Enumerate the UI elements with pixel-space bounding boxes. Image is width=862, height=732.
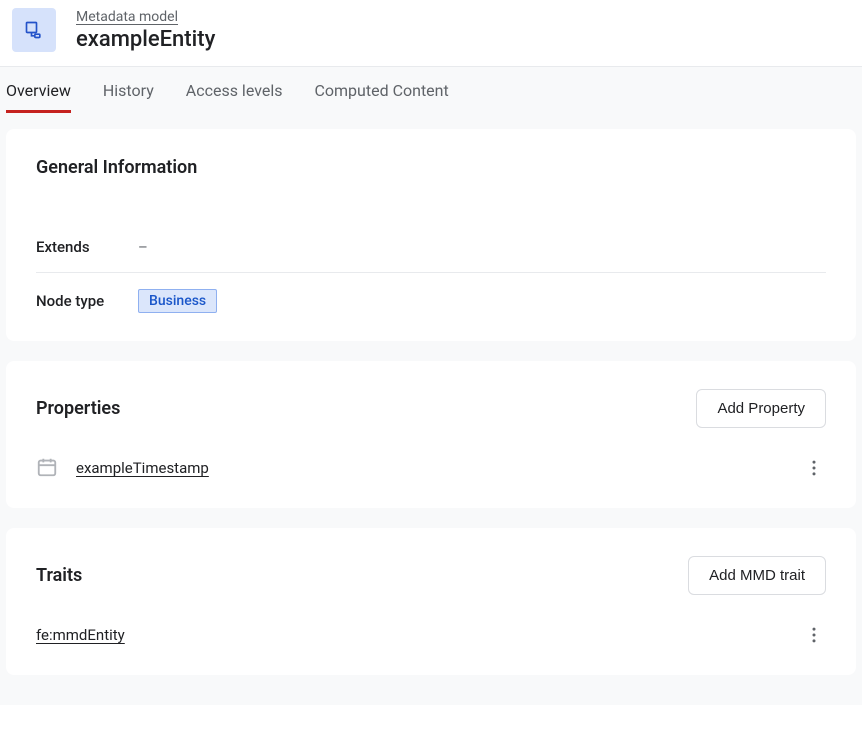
page-title: exampleEntity <box>76 27 215 52</box>
breadcrumb[interactable]: Metadata model <box>76 9 178 25</box>
node-type-row: Node type Business <box>36 273 826 313</box>
properties-header: Properties Add Property <box>36 389 826 428</box>
general-information-title: General Information <box>36 157 826 178</box>
header-text: Metadata model exampleEntity <box>76 9 215 52</box>
general-information-card: General Information Extends – Node type … <box>6 129 856 341</box>
tabs: Overview History Access levels Computed … <box>6 67 856 113</box>
extends-label: Extends <box>36 238 138 256</box>
extends-row: Extends – <box>36 222 826 273</box>
properties-title: Properties <box>36 398 120 419</box>
tab-access-levels[interactable]: Access levels <box>186 81 283 113</box>
node-type-badge: Business <box>138 289 217 313</box>
trait-name[interactable]: fe:mmdEntity <box>36 626 802 644</box>
traits-card: Traits Add MMD trait fe:mmdEntity <box>6 528 856 675</box>
page-header: Metadata model exampleEntity <box>0 0 862 67</box>
entity-icon <box>12 8 56 52</box>
calendar-icon <box>36 456 60 480</box>
traits-title: Traits <box>36 565 82 586</box>
add-mmd-trait-button[interactable]: Add MMD trait <box>688 556 826 595</box>
tab-history[interactable]: History <box>103 81 154 113</box>
property-row: exampleTimestamp <box>36 428 826 480</box>
tabs-container: Overview History Access levels Computed … <box>0 67 862 113</box>
extends-value: – <box>138 238 148 256</box>
content: General Information Extends – Node type … <box>0 113 862 705</box>
tab-computed-content[interactable]: Computed Content <box>314 81 448 113</box>
trait-overflow-menu[interactable] <box>802 623 826 647</box>
add-property-button[interactable]: Add Property <box>696 389 826 428</box>
node-type-label: Node type <box>36 292 138 310</box>
trait-row: fe:mmdEntity <box>36 595 826 647</box>
tab-overview[interactable]: Overview <box>6 81 71 113</box>
properties-card: Properties Add Property exampleTimestamp <box>6 361 856 508</box>
property-overflow-menu[interactable] <box>802 456 826 480</box>
property-name[interactable]: exampleTimestamp <box>76 459 786 477</box>
traits-header: Traits Add MMD trait <box>36 556 826 595</box>
